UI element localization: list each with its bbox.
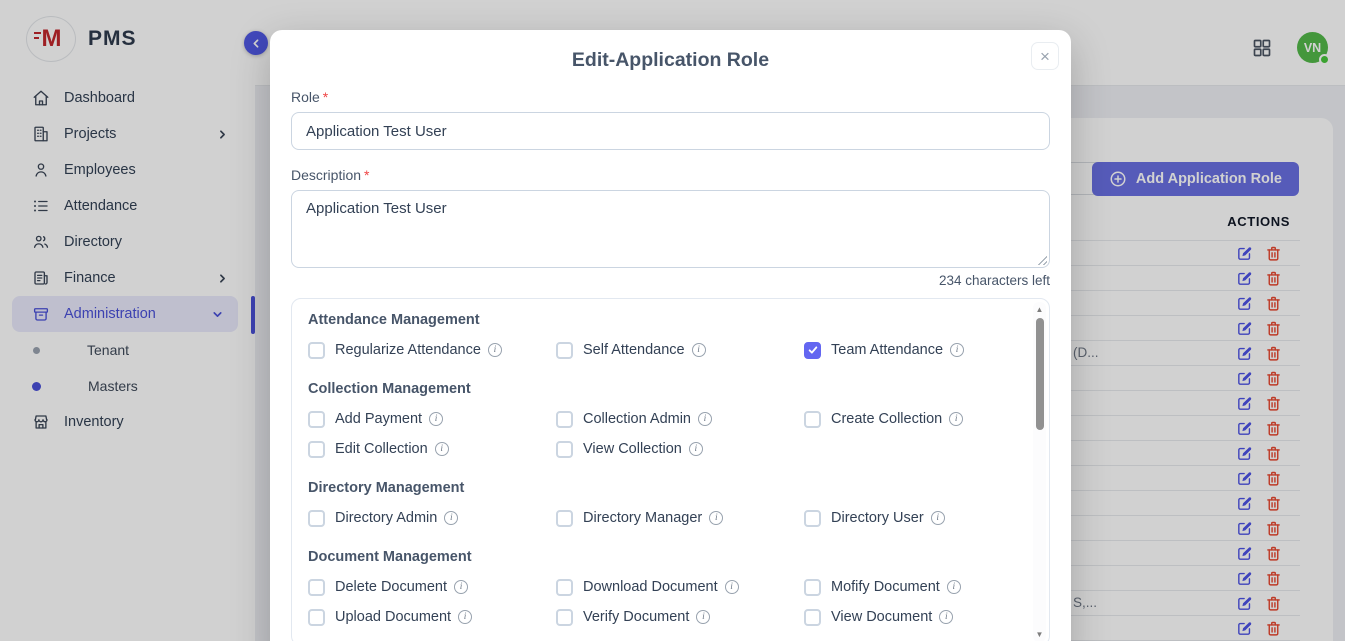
permission-label: Team Attendance [831,342,943,358]
info-icon[interactable]: i [725,580,739,594]
info-icon[interactable]: i [692,343,706,357]
permission-label: View Document [831,609,932,625]
info-icon[interactable]: i [931,511,945,525]
permission-item-upload-document: Upload Document i [308,606,556,628]
info-icon[interactable]: i [939,610,953,624]
checkbox-add-payment[interactable] [308,411,325,428]
checkbox-directory-manager[interactable] [556,510,573,527]
info-icon[interactable]: i [949,412,963,426]
info-icon[interactable]: i [947,580,961,594]
permission-label: Add Payment [335,411,422,427]
permission-item-self-attendance: Self Attendance i [556,339,804,361]
scrollbar-thumb[interactable] [1036,318,1044,430]
permission-grid: Delete Document i Download Document i Mofify… [308,576,1033,628]
info-icon[interactable]: i [696,610,710,624]
close-icon: × [1040,48,1050,65]
info-icon[interactable]: i [950,343,964,357]
permission-section-title: Directory Management [308,480,1033,496]
permission-item-directory-user: Directory User i [804,507,1050,529]
info-icon[interactable]: i [429,412,443,426]
permission-item-add-payment: Add Payment i [308,408,556,430]
permissions-panel: Attendance Management Regularize Attendan… [291,298,1050,641]
permission-label: View Collection [583,441,682,457]
info-icon[interactable]: i [454,580,468,594]
permission-item-create-collection: Create Collection i [804,408,1050,430]
permission-grid: Regularize Attendance i Self Attendance i Te… [308,339,1033,361]
checkbox-regularize-attendance[interactable] [308,342,325,359]
permission-label: Self Attendance [583,342,685,358]
info-icon[interactable]: i [458,610,472,624]
permission-item-verify-document: Verify Document i [556,606,804,628]
required-asterisk: * [323,89,328,105]
checkbox-mofify-document[interactable] [804,579,821,596]
info-icon[interactable]: i [689,442,703,456]
checkbox-view-collection[interactable] [556,441,573,458]
checkbox-upload-document[interactable] [308,609,325,626]
scroll-down-arrow-icon[interactable]: ▼ [1033,630,1046,639]
close-button[interactable]: × [1031,42,1059,70]
permission-label: Create Collection [831,411,942,427]
permission-item-edit-collection: Edit Collection i [308,438,556,460]
checkbox-edit-collection[interactable] [308,441,325,458]
permission-label: Directory User [831,510,924,526]
permission-item-delete-document: Delete Document i [308,576,556,598]
permission-label: Directory Manager [583,510,702,526]
permission-item-team-attendance: Team Attendance i [804,339,1050,361]
checkbox-collection-admin[interactable] [556,411,573,428]
modal-title: Edit-Application Role [291,30,1050,72]
permission-item-regularize-attendance: Regularize Attendance i [308,339,556,361]
info-icon[interactable]: i [444,511,458,525]
checkbox-verify-document[interactable] [556,609,573,626]
role-input[interactable] [291,112,1050,150]
required-asterisk: * [364,167,369,183]
permission-label: Regularize Attendance [335,342,481,358]
permission-label: Directory Admin [335,510,437,526]
checkbox-download-document[interactable] [556,579,573,596]
checkbox-directory-admin[interactable] [308,510,325,527]
permission-item-directory-admin: Directory Admin i [308,507,556,529]
permission-grid: Add Payment i Collection Admin i Create Coll… [308,408,1033,460]
description-textarea[interactable]: Application Test User [291,190,1050,268]
edit-application-role-modal: × Edit-Application Role Role* Descriptio… [270,30,1071,641]
permission-label: Collection Admin [583,411,691,427]
permissions-scrollbar[interactable]: ▲ ▼ [1033,302,1046,641]
checkbox-view-document[interactable] [804,609,821,626]
permission-label: Download Document [583,579,718,595]
permission-item-download-document: Download Document i [556,576,804,598]
permission-label: Verify Document [583,609,689,625]
info-icon[interactable]: i [698,412,712,426]
permission-item-collection-admin: Collection Admin i [556,408,804,430]
checkbox-delete-document[interactable] [308,579,325,596]
permission-label: Mofify Document [831,579,940,595]
checkbox-self-attendance[interactable] [556,342,573,359]
checkbox-directory-user[interactable] [804,510,821,527]
checkbox-team-attendance[interactable] [804,342,821,359]
permission-grid: Directory AdminiDirectory ManageriDirect… [308,507,1033,529]
permission-label: Delete Document [335,579,447,595]
role-label: Role* [291,89,1050,105]
info-icon[interactable]: i [488,343,502,357]
characters-left-counter: 234 characters left [291,273,1050,288]
checkbox-create-collection[interactable] [804,411,821,428]
scroll-up-arrow-icon[interactable]: ▲ [1033,305,1046,314]
permission-label: Upload Document [335,609,451,625]
permission-section-title: Attendance Management [308,312,1033,328]
permission-item-directory-manager: Directory Manager i [556,507,804,529]
info-icon[interactable]: i [435,442,449,456]
permission-item-view-document: View Document i [804,606,1050,628]
description-label: Description* [291,167,1050,183]
permission-section-title: Document Management [308,549,1033,565]
permission-item-view-collection: View Collection i [556,438,804,460]
info-icon[interactable]: i [709,511,723,525]
permission-label: Edit Collection [335,441,428,457]
permission-section-title: Collection Management [308,381,1033,397]
permission-item-mofify-document: Mofify Document i [804,576,1050,598]
